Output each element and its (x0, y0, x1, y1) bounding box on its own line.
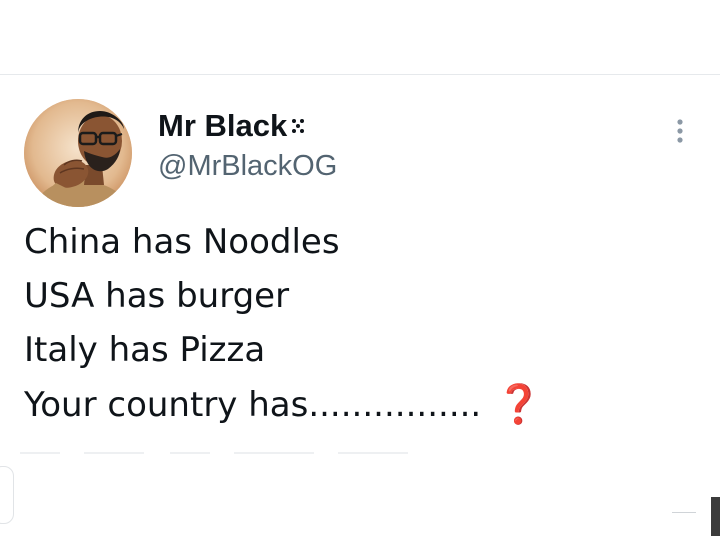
tweet-card[interactable]: Mr Black @MrBlackOG China has Noodles US… (0, 75, 720, 455)
display-name-text[interactable]: Mr Black (158, 107, 287, 145)
scrollbar-thumb[interactable] (711, 497, 720, 536)
tweet-text-line: China has Noodles (24, 222, 340, 262)
tweet-text: China has Noodles USA has burger Italy h… (24, 215, 543, 431)
left-edge-card (0, 466, 14, 524)
author-names: Mr Black @MrBlackOG (158, 107, 337, 183)
tweet-text-line-last: Your country has................ ❓ (24, 377, 543, 431)
tweet-text-line: USA has burger (24, 276, 290, 316)
more-vertical-icon (677, 119, 683, 143)
bottom-right-divider (672, 512, 696, 513)
author-avatar[interactable] (24, 99, 132, 207)
avatar-portrait-icon (24, 99, 132, 207)
tweet-text-line: Italy has Pizza (24, 330, 266, 370)
dotted-symbol-icon (292, 119, 305, 133)
header-area (0, 0, 720, 74)
author-handle[interactable]: @MrBlackOG (158, 149, 337, 183)
tweet-text-line-content: Your country has................ (24, 385, 482, 425)
more-options-button[interactable] (664, 113, 696, 149)
tweet-screenshot: Mr Black @MrBlackOG China has Noodles US… (0, 0, 720, 536)
question-mark-emoji: ❓ (495, 382, 543, 426)
author-display-name[interactable]: Mr Black (158, 107, 337, 145)
faded-content-strip (20, 452, 420, 454)
